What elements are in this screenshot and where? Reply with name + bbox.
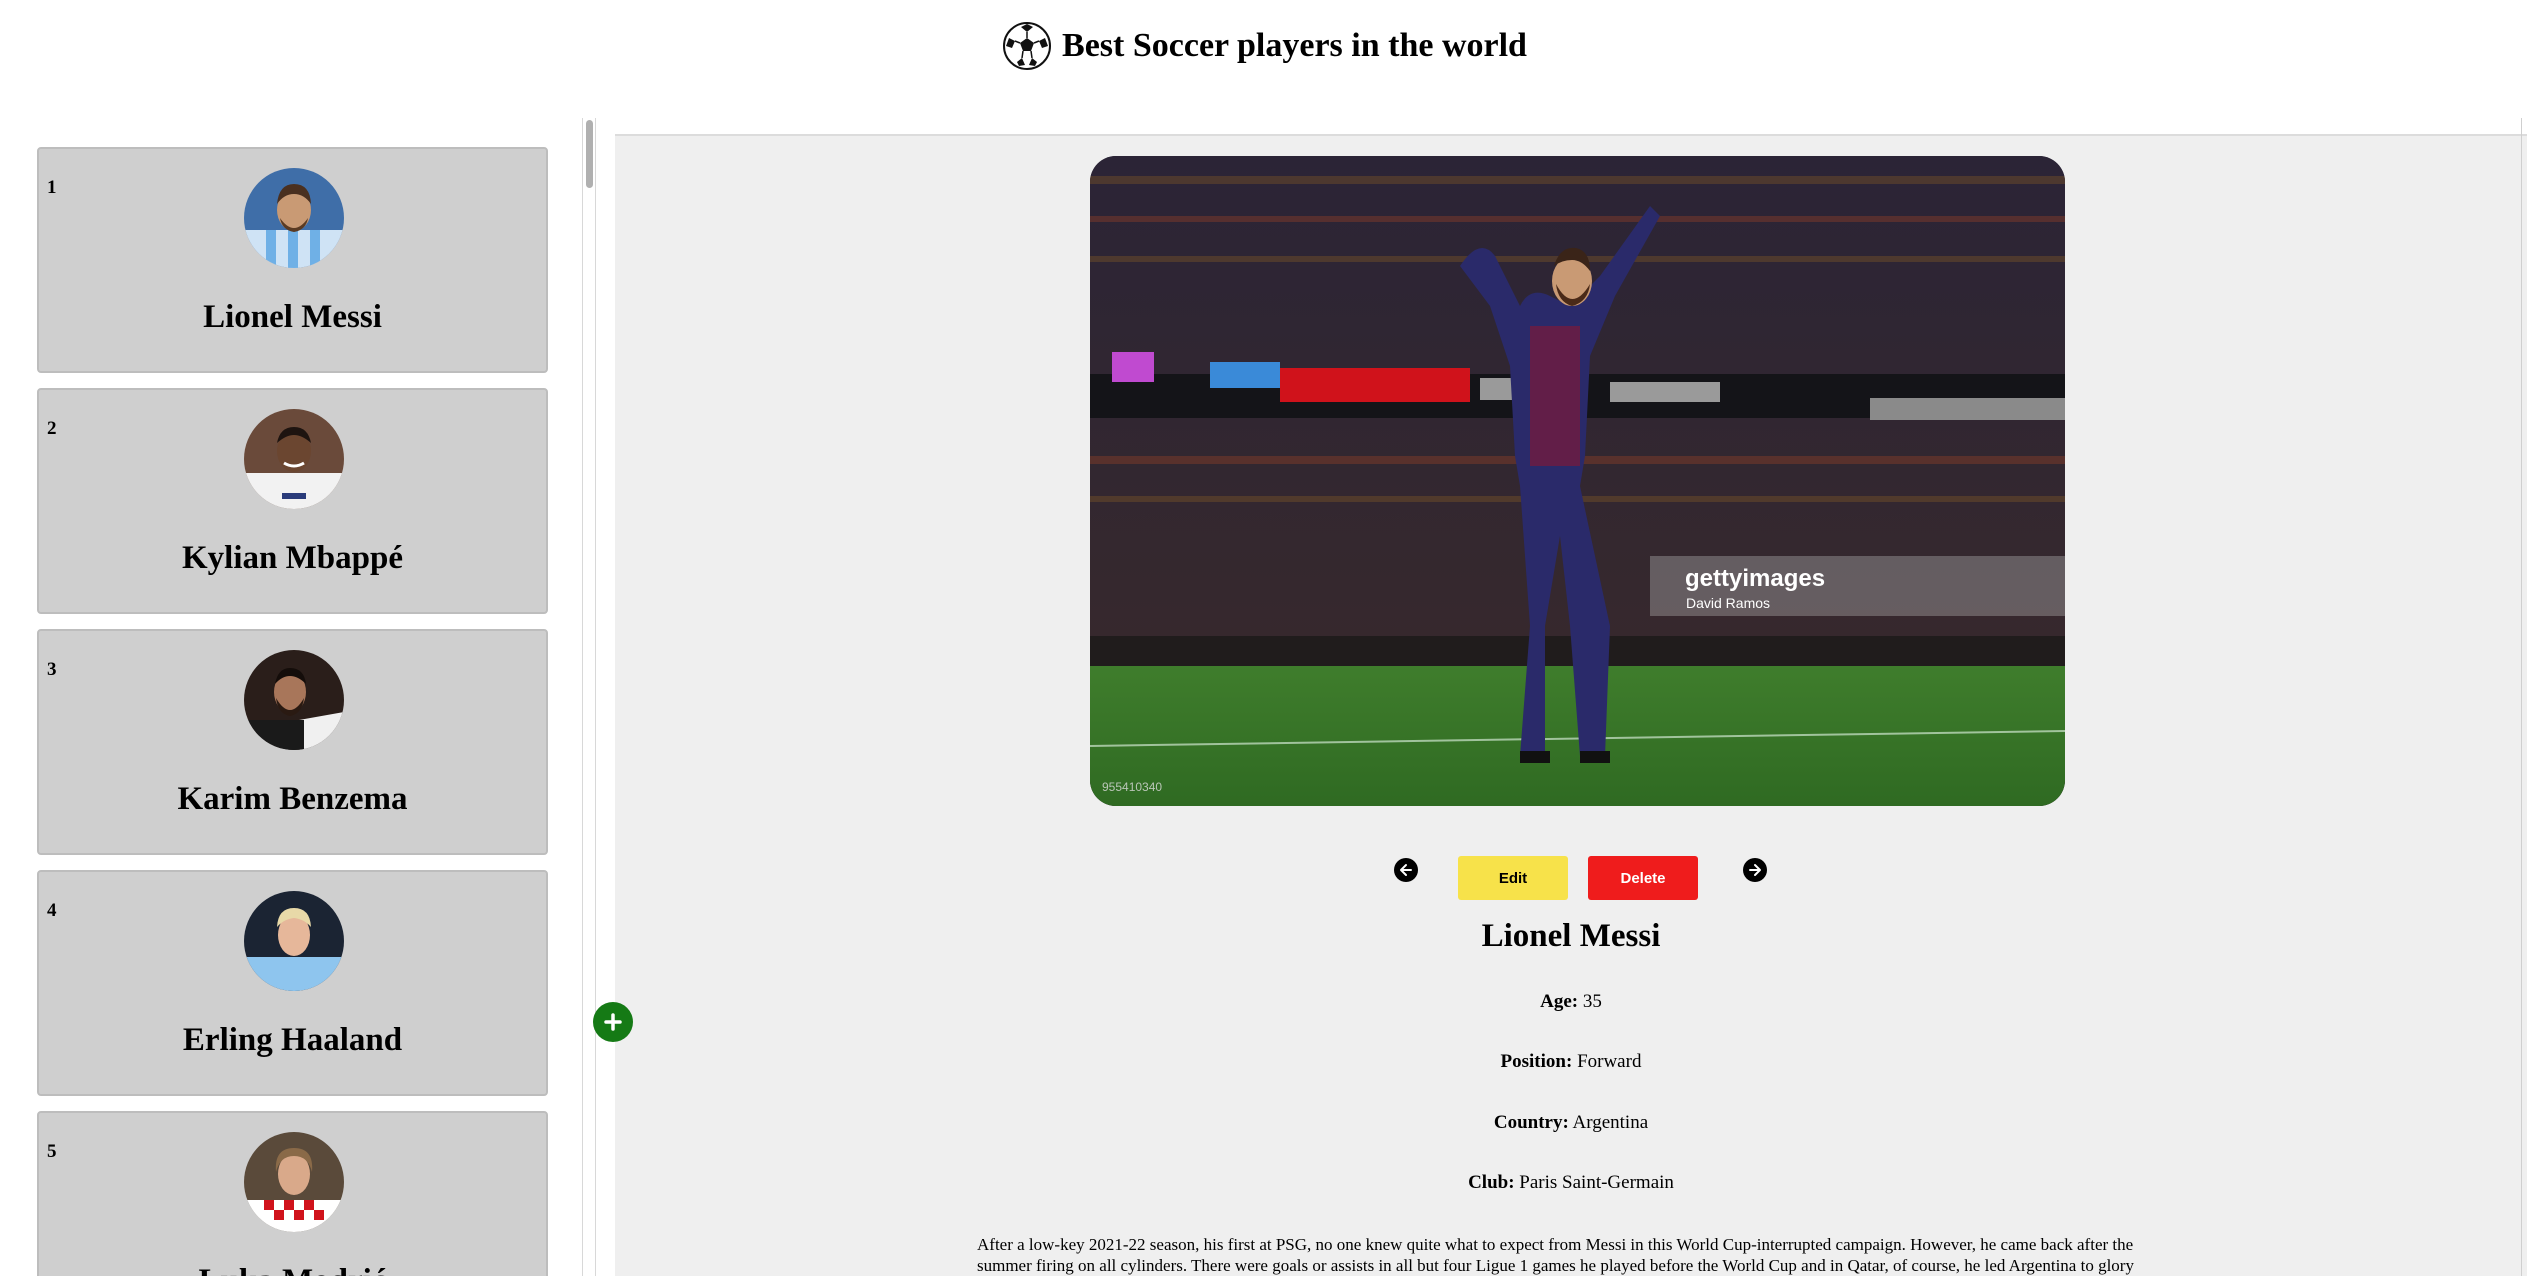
- player-avatar: [244, 891, 344, 991]
- player-rank: 4: [47, 900, 57, 921]
- soccer-ball-icon: [1002, 21, 1052, 71]
- player-name: Kylian Mbappé: [182, 540, 403, 576]
- delete-button[interactable]: Delete: [1588, 856, 1698, 900]
- svg-text:955410340: 955410340: [1102, 780, 1162, 794]
- position-value: Forward: [1577, 1051, 1642, 1072]
- player-detail-panel: gettyimages David Ramos 955410340 Edit D…: [615, 134, 2527, 1276]
- club-value: Paris Saint-Germain: [1519, 1172, 1674, 1193]
- player-card[interactable]: 1 Lionel Messi: [37, 147, 548, 373]
- player-avatar: [244, 1132, 344, 1232]
- page-title: Best Soccer players in the world: [1062, 27, 1527, 64]
- add-player-button[interactable]: [593, 1002, 633, 1042]
- player-card[interactable]: 3 Karim Benzema: [37, 629, 548, 855]
- detail-actions: Edit Delete: [615, 846, 2527, 900]
- player-club: Club: Paris Saint-Germain: [615, 1172, 2527, 1194]
- edit-button[interactable]: Edit: [1458, 856, 1568, 900]
- player-avatar: [244, 650, 344, 750]
- app-root: Best Soccer players in the world 1 Lione…: [0, 0, 2527, 1276]
- plus-icon: [604, 1013, 622, 1031]
- player-name: Lionel Messi: [203, 299, 382, 335]
- player-photo: gettyimages David Ramos 955410340: [1090, 156, 2065, 806]
- sidebar-scrollbar-thumb[interactable]: [586, 120, 593, 188]
- player-rank: 2: [47, 418, 57, 439]
- club-label: Club:: [1468, 1172, 1515, 1193]
- player-rank: 1: [47, 177, 57, 198]
- arrow-left-icon: [1400, 864, 1412, 876]
- player-position: Position: Forward: [615, 1051, 2527, 1073]
- svg-text:David Ramos: David Ramos: [1686, 595, 1770, 611]
- sidebar-scrollbar[interactable]: [582, 118, 596, 1276]
- player-rank: 3: [47, 659, 57, 680]
- player-name: Luka Modrić: [39, 1263, 546, 1276]
- player-avatar: [244, 168, 344, 268]
- player-country: Country: Argentina: [615, 1112, 2527, 1134]
- player-age: Age: 35: [615, 991, 2527, 1013]
- svg-text:gettyimages: gettyimages: [1685, 565, 1825, 592]
- player-avatar: [244, 409, 344, 509]
- header: Best Soccer players in the world: [0, 0, 2527, 92]
- player-name: Erling Haaland: [182, 1022, 403, 1058]
- player-card[interactable]: 5 Luka Modrić: [37, 1111, 548, 1276]
- next-player-button[interactable]: [1743, 858, 1767, 882]
- player-card[interactable]: 4 Erling Haaland: [37, 870, 548, 1096]
- player-card[interactable]: 2 Kylian Mbappé: [37, 388, 548, 614]
- age-value: 35: [1582, 991, 1602, 1012]
- country-label: Country:: [1493, 1112, 1569, 1133]
- country-value: Argentina: [1572, 1112, 1649, 1133]
- player-name: Karim Benzema: [177, 781, 408, 817]
- header-title-group: Best Soccer players in the world: [1002, 21, 1527, 71]
- arrow-right-icon: [1749, 864, 1761, 876]
- previous-player-button[interactable]: [1394, 858, 1418, 882]
- age-label: Age:: [1540, 991, 1579, 1012]
- position-label: Position:: [1500, 1051, 1573, 1072]
- main-scrollbar[interactable]: [2521, 118, 2527, 1276]
- player-detail-name: Lionel Messi: [1481, 918, 1661, 954]
- player-list[interactable]: 1 Lionel Messi 2 Kylian Mbappé 3 Karim B…: [0, 118, 582, 1276]
- player-rank: 5: [47, 1141, 57, 1162]
- player-bio: After a low-key 2021-22 season, his firs…: [977, 1235, 2134, 1275]
